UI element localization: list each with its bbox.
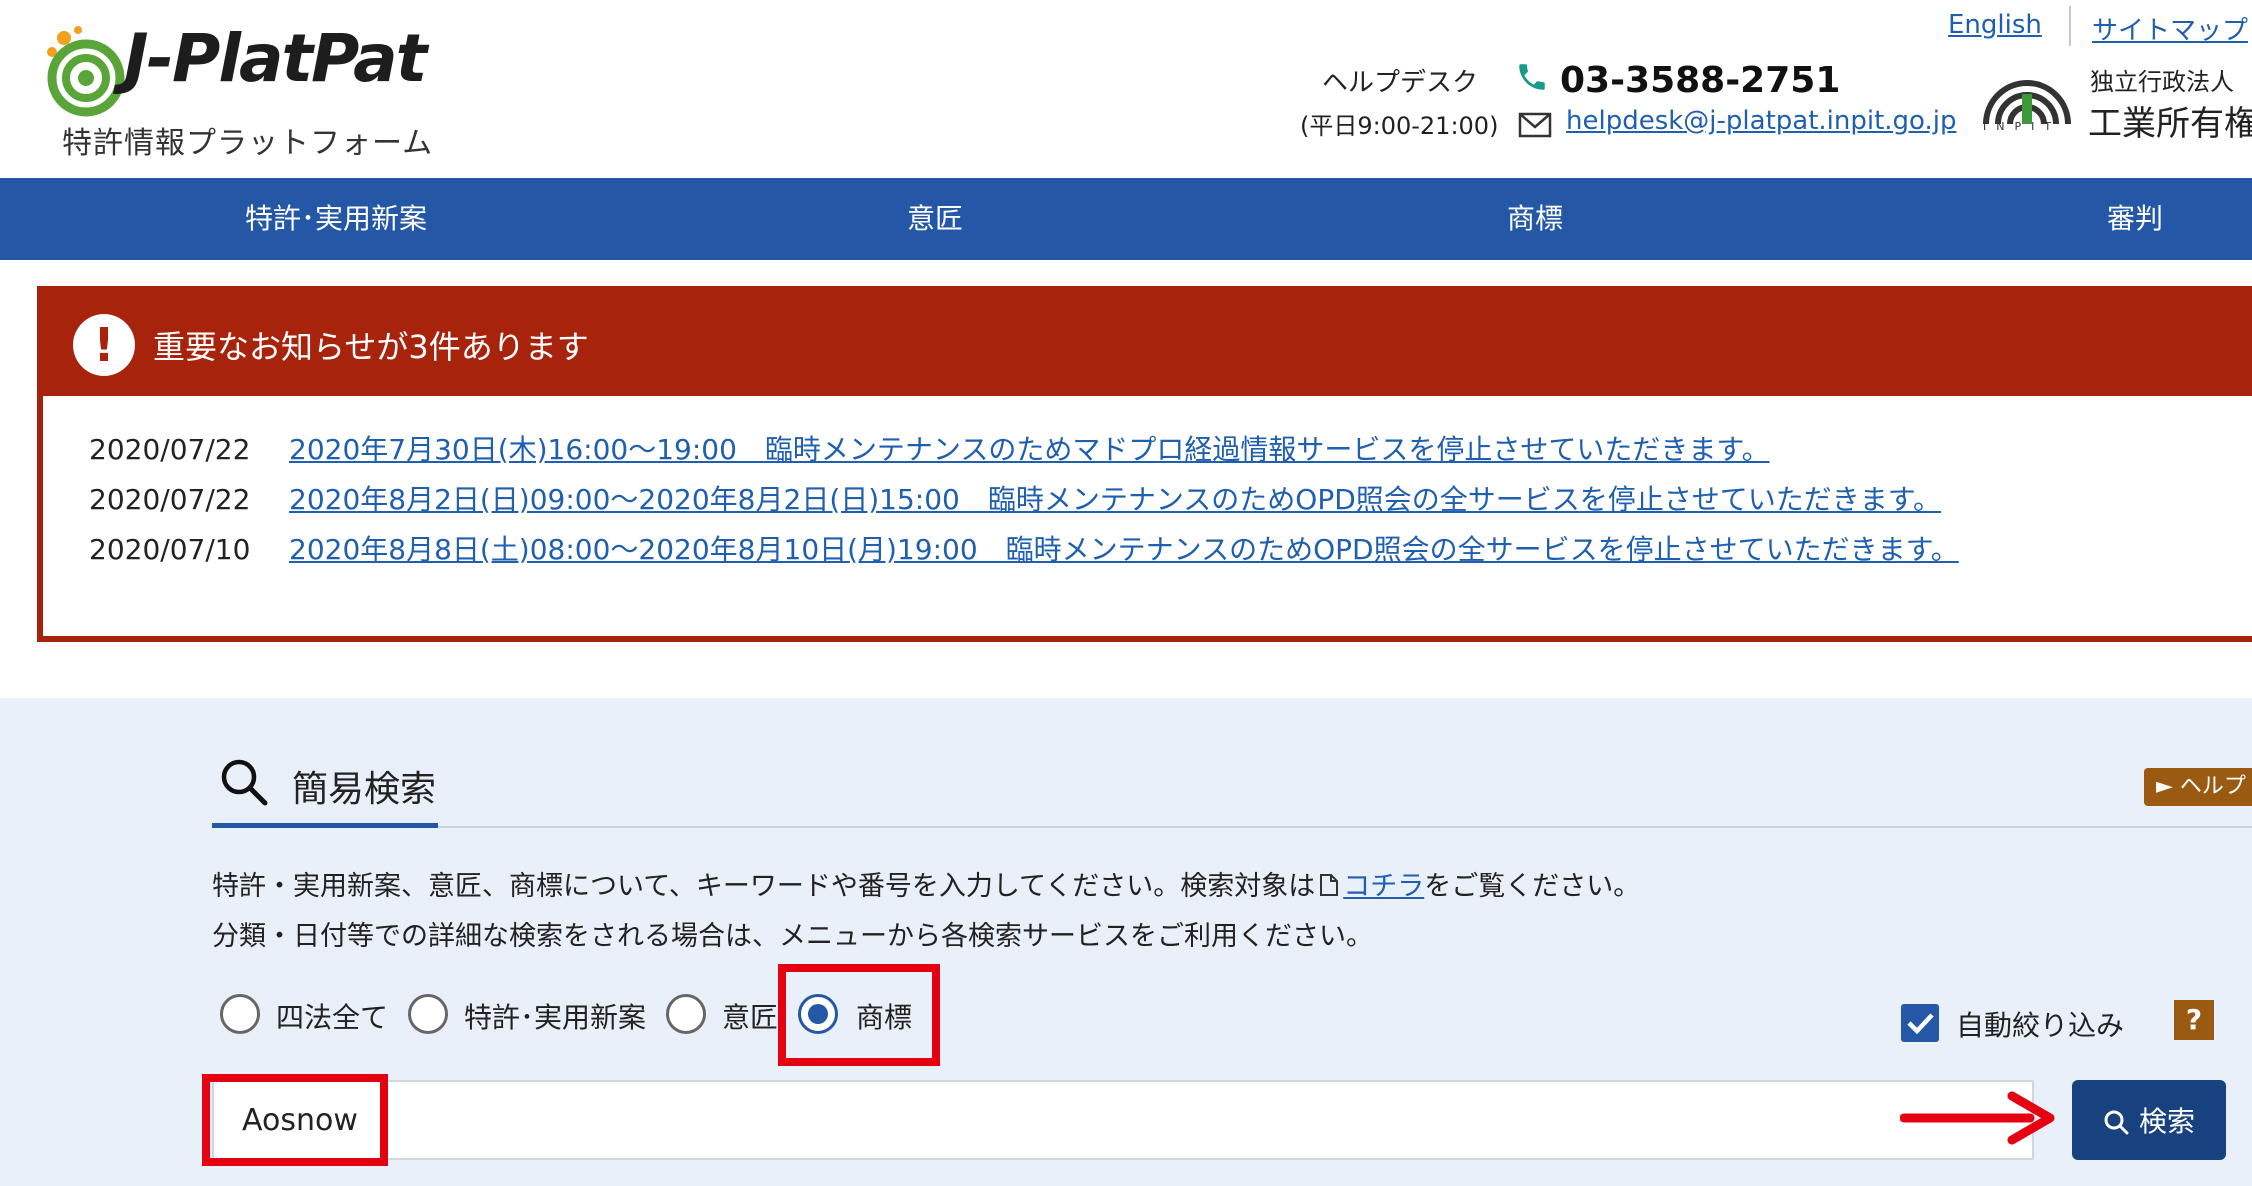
mail-icon [1518,112,1552,138]
helpdesk-phone: 03-3588-2751 [1560,60,1841,101]
inpit-logo-text: INPIT [1983,120,2062,133]
org-name-small: 独立行政法人 [2090,68,2234,96]
main-nav: 特許･実用新案 意匠 商標 審判 [0,178,2252,260]
sitemap-link[interactable]: サイトマップ [2092,10,2248,47]
exclamation-icon: ! [73,314,135,376]
logo-text[interactable]: J-PlatPat [124,26,427,92]
radio-label: 特許･実用新案 [464,1001,647,1034]
check-icon [1907,1013,1934,1035]
helpdesk-label: ヘルプデスク [1322,68,1479,98]
notice-date: 2020/07/22 [89,483,251,516]
help-button[interactable]: ► ヘルプ [2144,768,2252,806]
document-icon [1320,874,1339,896]
auto-filter-label: 自動絞り込み [1956,1009,2125,1042]
nav-item-appeal[interactable]: 審判 [1945,178,2252,260]
search-icon [2104,1110,2129,1135]
org-name: 工業所有権 [2088,104,2252,144]
notice-item: 2020/07/22 2020年7月30日(木)16:00～19:00 臨時メンテ… [89,428,1770,468]
auto-filter-checkbox[interactable] [1901,1004,1939,1042]
radio-label: 商標 [856,1001,913,1034]
notice-item: 2020/07/10 2020年8月8日(土)08:00～2020年8月10日(月… [89,528,1959,568]
question-help-icon[interactable]: ? [2174,1000,2214,1040]
search-button[interactable]: 検索 [2072,1080,2226,1160]
desc-text: 特許・実用新案、意匠、商標について、キーワードや番号を入力してください。検索対象… [212,871,1316,902]
notice-title: 重要なお知らせが3件あります [153,328,589,366]
search-description-2: 分類・日付等での詳細な検索をされる場合は、メニューから各検索サービスをご利用くだ… [212,921,1373,952]
search-target-link[interactable]: コチラ [1343,871,1424,902]
helpdesk-hours: (平日9:00-21:00) [1300,112,1499,140]
notice-header: ! 重要なお知らせが3件あります [43,292,2252,396]
nav-item-trademark[interactable]: 商標 [1345,178,1725,260]
important-notice: ! 重要なお知らせが3件あります 2020/07/22 2020年7月30日(木)… [37,286,2252,642]
helpdesk-email-link[interactable]: helpdesk@j-platpat.inpit.go.jp [1566,106,1957,136]
search-button-label: 検索 [2138,1105,2195,1138]
logo-subtitle: 特許情報プラットフォーム [62,126,434,161]
radio-button[interactable] [220,994,260,1034]
radio-button[interactable] [408,994,448,1034]
search-title-divider [212,826,2252,828]
notice-link[interactable]: 2020年7月30日(木)16:00～19:00 臨時メンテナンスのためマドプロ… [289,433,1770,466]
site-header: J-PlatPat 特許情報プラットフォーム English サイトマップ ヘル… [0,0,2252,178]
notice-item: 2020/07/22 2020年8月2日(日)09:00～2020年8月2日(日)… [89,478,1941,518]
top-link-separator [2069,6,2071,46]
search-title: 簡易検索 [292,769,437,810]
radio-button[interactable] [666,994,706,1034]
english-link[interactable]: English [1948,10,2042,40]
search-icon [221,759,268,806]
radio-button-checked[interactable] [798,994,838,1034]
notice-link[interactable]: 2020年8月8日(土)08:00～2020年8月10日(月)19:00 臨時メ… [289,533,1959,566]
radio-label: 四法全て [276,1001,389,1034]
notice-date: 2020/07/22 [89,433,251,466]
search-description-1: 特許・実用新案、意匠、商標について、キーワードや番号を入力してください。検索対象… [212,864,1640,903]
red-arrow-icon [1900,1091,2055,1145]
phone-icon [1519,64,1545,90]
radio-label: 意匠 [722,1001,779,1034]
nav-item-patent[interactable]: 特許･実用新案 [146,178,526,260]
notice-link[interactable]: 2020年8月2日(日)09:00～2020年8月2日(日)15:00 臨時メン… [289,483,1941,516]
desc-text: をご覧ください。 [1424,871,1641,902]
keyword-search-input[interactable] [212,1080,2034,1160]
nav-item-design[interactable]: 意匠 [745,178,1125,260]
notice-date: 2020/07/10 [89,533,251,566]
jplatpat-logo-icon[interactable] [34,18,134,118]
